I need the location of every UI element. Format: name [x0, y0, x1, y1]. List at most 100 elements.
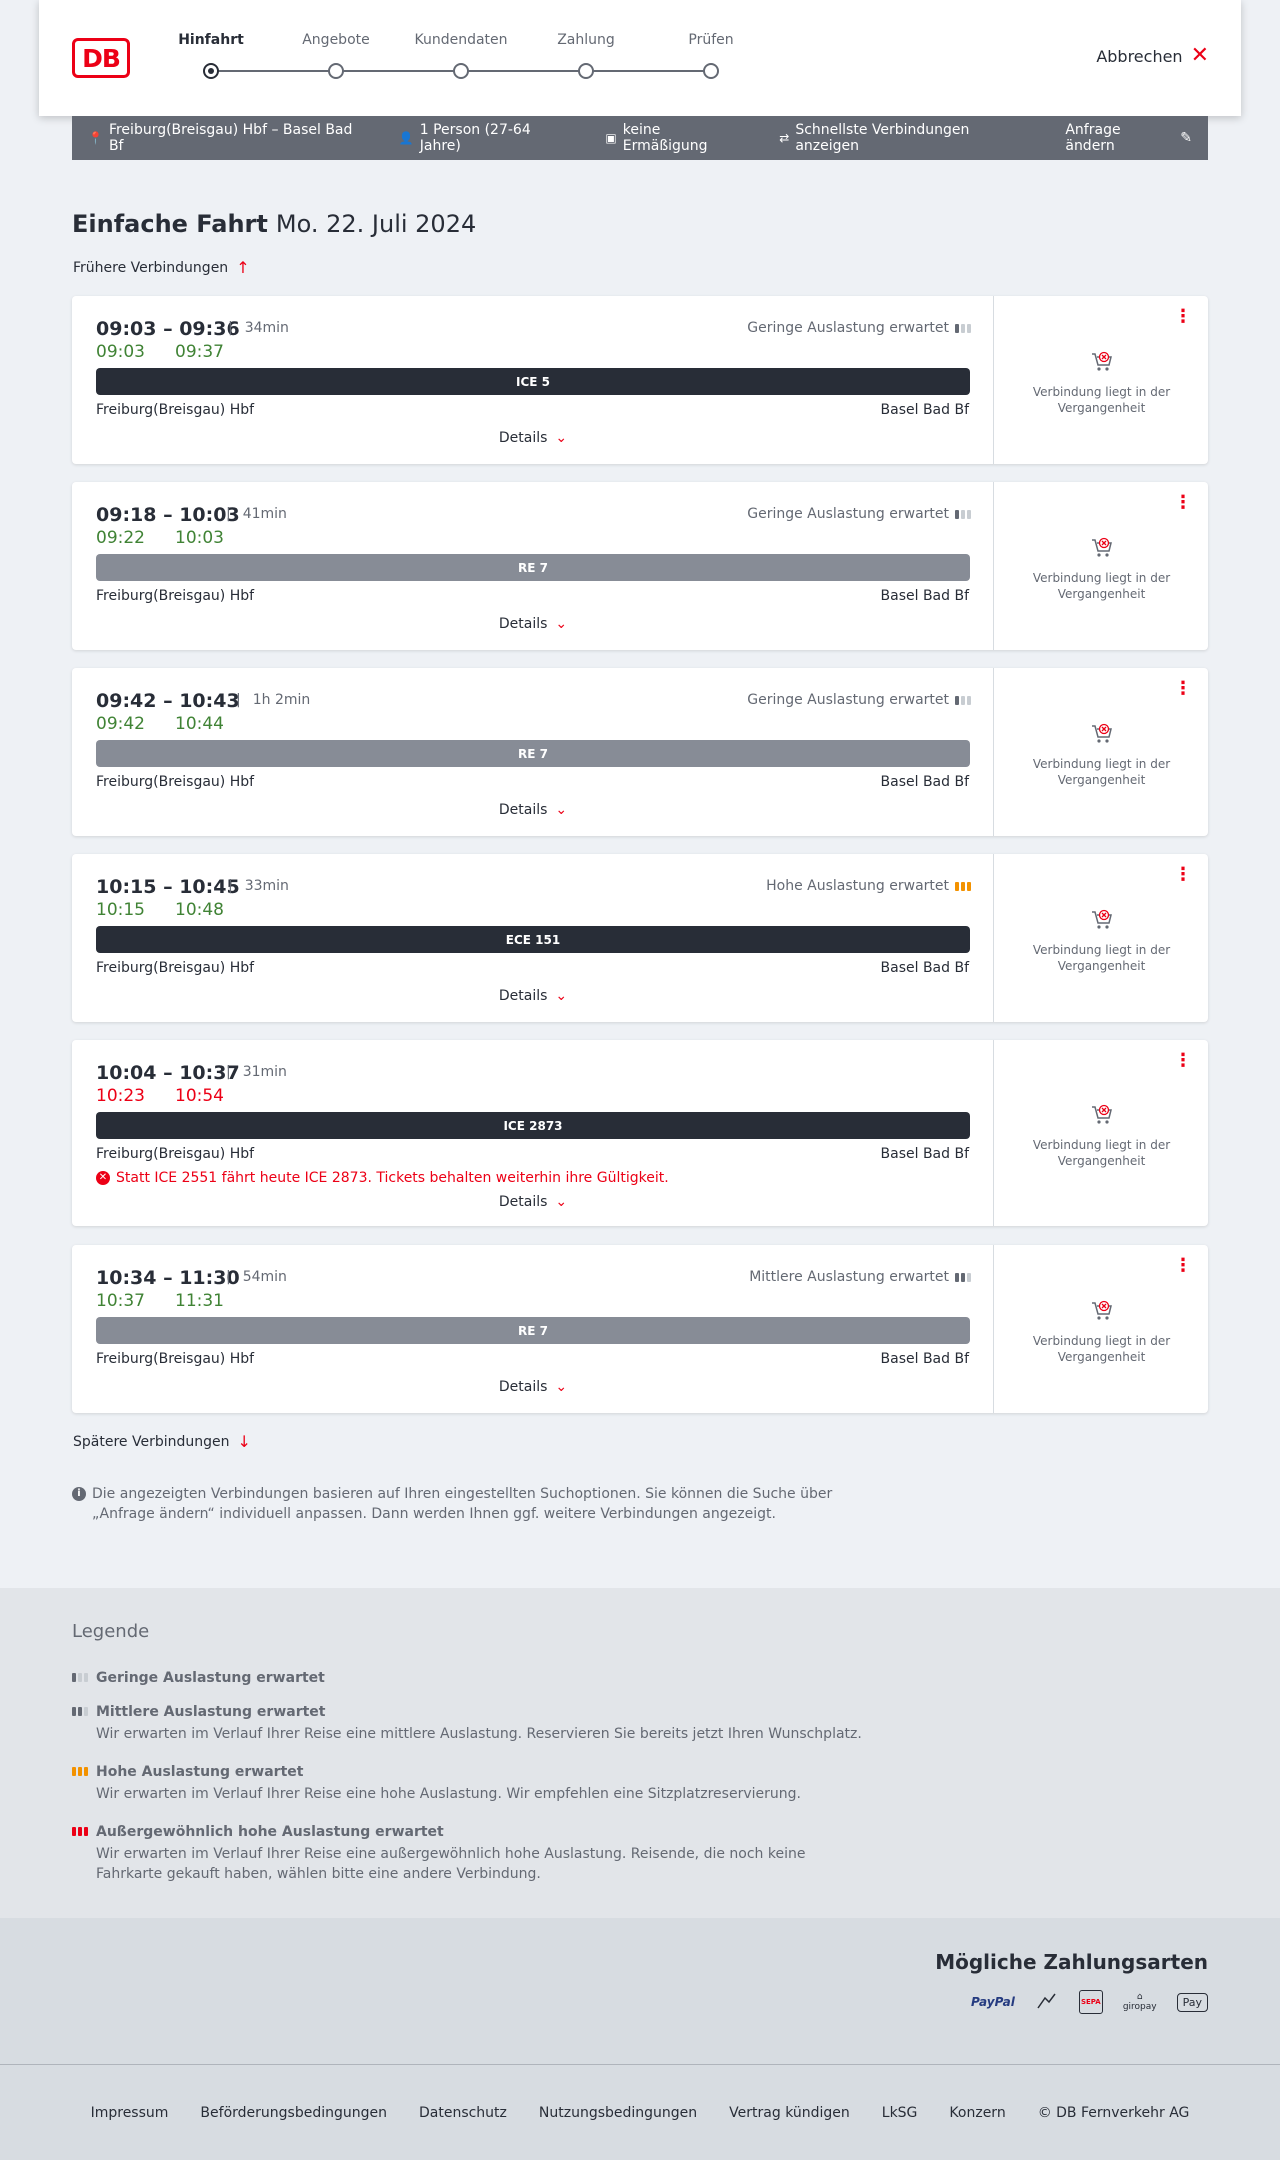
separator: |	[226, 1269, 231, 1285]
step-angebote: Angebote	[286, 32, 386, 79]
location-pin-icon: 📍	[88, 131, 103, 145]
legend-item-title: Geringe Auslastung erwartet	[72, 1670, 872, 1686]
planned-time: 10:04 – 10:37	[96, 1062, 240, 1084]
cancel-button[interactable]: Abbrechen ✕	[1096, 45, 1209, 67]
persons-text: 1 Person (27-64 Jahre)	[419, 122, 531, 154]
separator: |	[226, 506, 231, 522]
separator: |	[228, 878, 233, 894]
connection-card[interactable]: 09:18 – 10:03 | 41min 09:22 10:03 Geringe …	[72, 482, 1208, 650]
apple-pay-label: Pay	[1182, 1995, 1202, 2009]
booking-panel: ⋮ Verbindung liegt in der Vergangenheit	[995, 482, 1208, 650]
legend-item-title: Hohe Auslastung erwartet	[72, 1764, 872, 1780]
footer-link-lksg[interactable]: LkSG	[882, 2105, 918, 2121]
connection-card[interactable]: 10:34 – 11:30 | 54min 10:37 11:31 Mittlere…	[72, 1245, 1208, 1413]
past-connection-note: Verbindung liegt in der Vergangenheit	[1032, 385, 1171, 415]
more-options-icon[interactable]: ⋮	[1174, 1257, 1192, 1275]
details-toggle[interactable]: Details ⌄	[72, 1194, 994, 1210]
departure-station: Freiburg(Breisgau) Hbf	[96, 588, 255, 604]
connection-card[interactable]: 09:03 – 09:36 | 34min 09:03 09:37 Geringe …	[72, 296, 1208, 464]
occupancy-text: Geringe Auslastung erwartet	[747, 692, 949, 708]
more-options-icon[interactable]: ⋮	[1174, 308, 1192, 326]
more-options-icon[interactable]: ⋮	[1174, 1052, 1192, 1070]
legend-item-title: Mittlere Auslastung erwartet	[72, 1704, 872, 1720]
occupancy-legend-icon	[72, 1767, 88, 1776]
giropay-logo: ⌂ giropay	[1123, 1992, 1157, 2012]
discount-summary: ▣ keine Ermäßigung	[605, 122, 747, 154]
connection-card[interactable]: 10:15 – 10:45 | 33min 10:15 10:48 Hohe Aus…	[72, 854, 1208, 1022]
train-bar: RE 7	[96, 740, 970, 767]
footer-links: Impressum Beförderungsbedingungen Datens…	[0, 2064, 1280, 2160]
duration: | 31min	[226, 1064, 287, 1080]
footer-link-nutzungsbedingungen[interactable]: Nutzungsbedingungen	[539, 2105, 697, 2121]
realtime-arrival: 10:48	[175, 900, 224, 920]
change-request-button[interactable]: Anfrage ändern ✎	[1065, 122, 1192, 154]
legend-item: Geringe Auslastung erwartet	[72, 1670, 872, 1686]
booking-panel: ⋮ Verbindung liegt in der Vergangenheit	[995, 668, 1208, 836]
past-connection-note: Verbindung liegt in der Vergangenheit	[1032, 1334, 1171, 1364]
more-options-icon[interactable]: ⋮	[1174, 680, 1192, 698]
occupancy-legend-icon	[72, 1707, 88, 1716]
occupancy-info: Mittlere Auslastung erwartet	[749, 1269, 971, 1285]
realtime-arrival: 10:03	[175, 528, 224, 548]
footer-link-konzern[interactable]: Konzern	[949, 2105, 1005, 2121]
separator: |	[236, 692, 241, 708]
chevron-down-icon: ⌄	[555, 430, 568, 446]
footer-link-datenschutz[interactable]: Datenschutz	[419, 2105, 507, 2121]
duration: | 33min	[228, 878, 289, 894]
details-toggle[interactable]: Details ⌄	[72, 1379, 994, 1395]
step-dot	[453, 63, 469, 79]
arrival-station: Basel Bad Bf	[880, 1351, 969, 1367]
duration: | 34min	[228, 320, 289, 336]
duration-text: 54min	[242, 1269, 287, 1285]
separator: |	[226, 1064, 231, 1080]
disruption-message: ✕ Statt ICE 2551 fährt heute ICE 2873. Ti…	[96, 1170, 669, 1186]
search-summary-bar: 📍 Freiburg(Breisgau) Hbf – Basel Bad Bf 👤…	[72, 116, 1208, 160]
step-kundendaten: Kundendaten	[411, 32, 511, 79]
error-icon: ✕	[96, 1171, 110, 1185]
footer-link-befoerderungsbedingungen[interactable]: Beförderungsbedingungen	[200, 2105, 387, 2121]
later-connections-link[interactable]: Spätere Verbindungen ↓	[73, 1432, 251, 1451]
more-options-icon[interactable]: ⋮	[1174, 494, 1192, 512]
departure-station: Freiburg(Breisgau) Hbf	[96, 1146, 255, 1162]
arrival-station: Basel Bad Bf	[880, 774, 969, 790]
connection-main: 09:18 – 10:03 | 41min 09:22 10:03 Geringe …	[72, 482, 994, 650]
connection-main: 09:03 – 09:36 | 34min 09:03 09:37 Geringe …	[72, 296, 994, 464]
train-bar: ECE 151	[96, 926, 970, 953]
realtime-times: 10:37 11:31	[96, 1291, 224, 1311]
details-toggle[interactable]: Details ⌄	[72, 430, 994, 446]
legend-title-text: Geringe Auslastung erwartet	[96, 1670, 325, 1686]
earlier-connections-link[interactable]: Frühere Verbindungen ↑	[73, 258, 250, 277]
details-toggle[interactable]: Details ⌄	[72, 616, 994, 632]
past-connection-note: Verbindung liegt in der Vergangenheit	[1032, 757, 1171, 787]
details-toggle[interactable]: Details ⌄	[72, 988, 994, 1004]
legend-title: Legende	[72, 1621, 150, 1642]
cancel-label: Abbrechen	[1096, 46, 1183, 66]
booking-stepper: Hinfahrt Angebote Kundendaten Zahlung Pr…	[178, 32, 781, 82]
fastest-text: Schnellste Verbindungen anzeigen	[795, 122, 970, 154]
legend-title-text: Hohe Auslastung erwartet	[96, 1764, 304, 1780]
giropay-label: giropay	[1122, 2002, 1157, 2012]
step-dot	[703, 63, 719, 79]
planned-time: 09:18 – 10:03	[96, 504, 240, 526]
details-toggle[interactable]: Details ⌄	[72, 802, 994, 818]
arrival-station: Basel Bad Bf	[880, 588, 969, 604]
realtime-departure: 10:23	[96, 1086, 145, 1106]
step-hinfahrt[interactable]: Hinfahrt	[161, 32, 261, 79]
details-label: Details	[498, 616, 548, 632]
connection-card[interactable]: 09:42 – 10:43 | 1h 2min 09:42 10:44 Gering…	[72, 668, 1208, 836]
footer-link-vertrag-kuendigen[interactable]: Vertrag kündigen	[729, 2105, 850, 2121]
chevron-down-icon: ⌄	[555, 1379, 568, 1395]
realtime-times: 10:15 10:48	[96, 900, 224, 920]
occupancy-info: Geringe Auslastung erwartet	[747, 506, 971, 522]
planned-time: 10:34 – 11:30	[96, 1267, 240, 1289]
db-logo[interactable]: DB	[72, 38, 130, 78]
disruption-text: Statt ICE 2551 fährt heute ICE 2873. Tic…	[116, 1170, 669, 1186]
swap-icon: ⇄	[779, 131, 790, 145]
footer-link-impressum[interactable]: Impressum	[91, 2105, 169, 2121]
more-options-icon[interactable]: ⋮	[1174, 866, 1192, 884]
route-summary: 📍 Freiburg(Breisgau) Hbf – Basel Bad Bf	[88, 122, 367, 154]
planned-time: 10:15 – 10:45	[96, 876, 240, 898]
legend-item: Mittlere Auslastung erwartet Wir erwarten…	[72, 1704, 872, 1744]
connection-card[interactable]: 10:04 – 10:37 | 31min 10:23 10:54 ICE 2873…	[72, 1040, 1208, 1226]
occupancy-icon	[955, 881, 971, 891]
